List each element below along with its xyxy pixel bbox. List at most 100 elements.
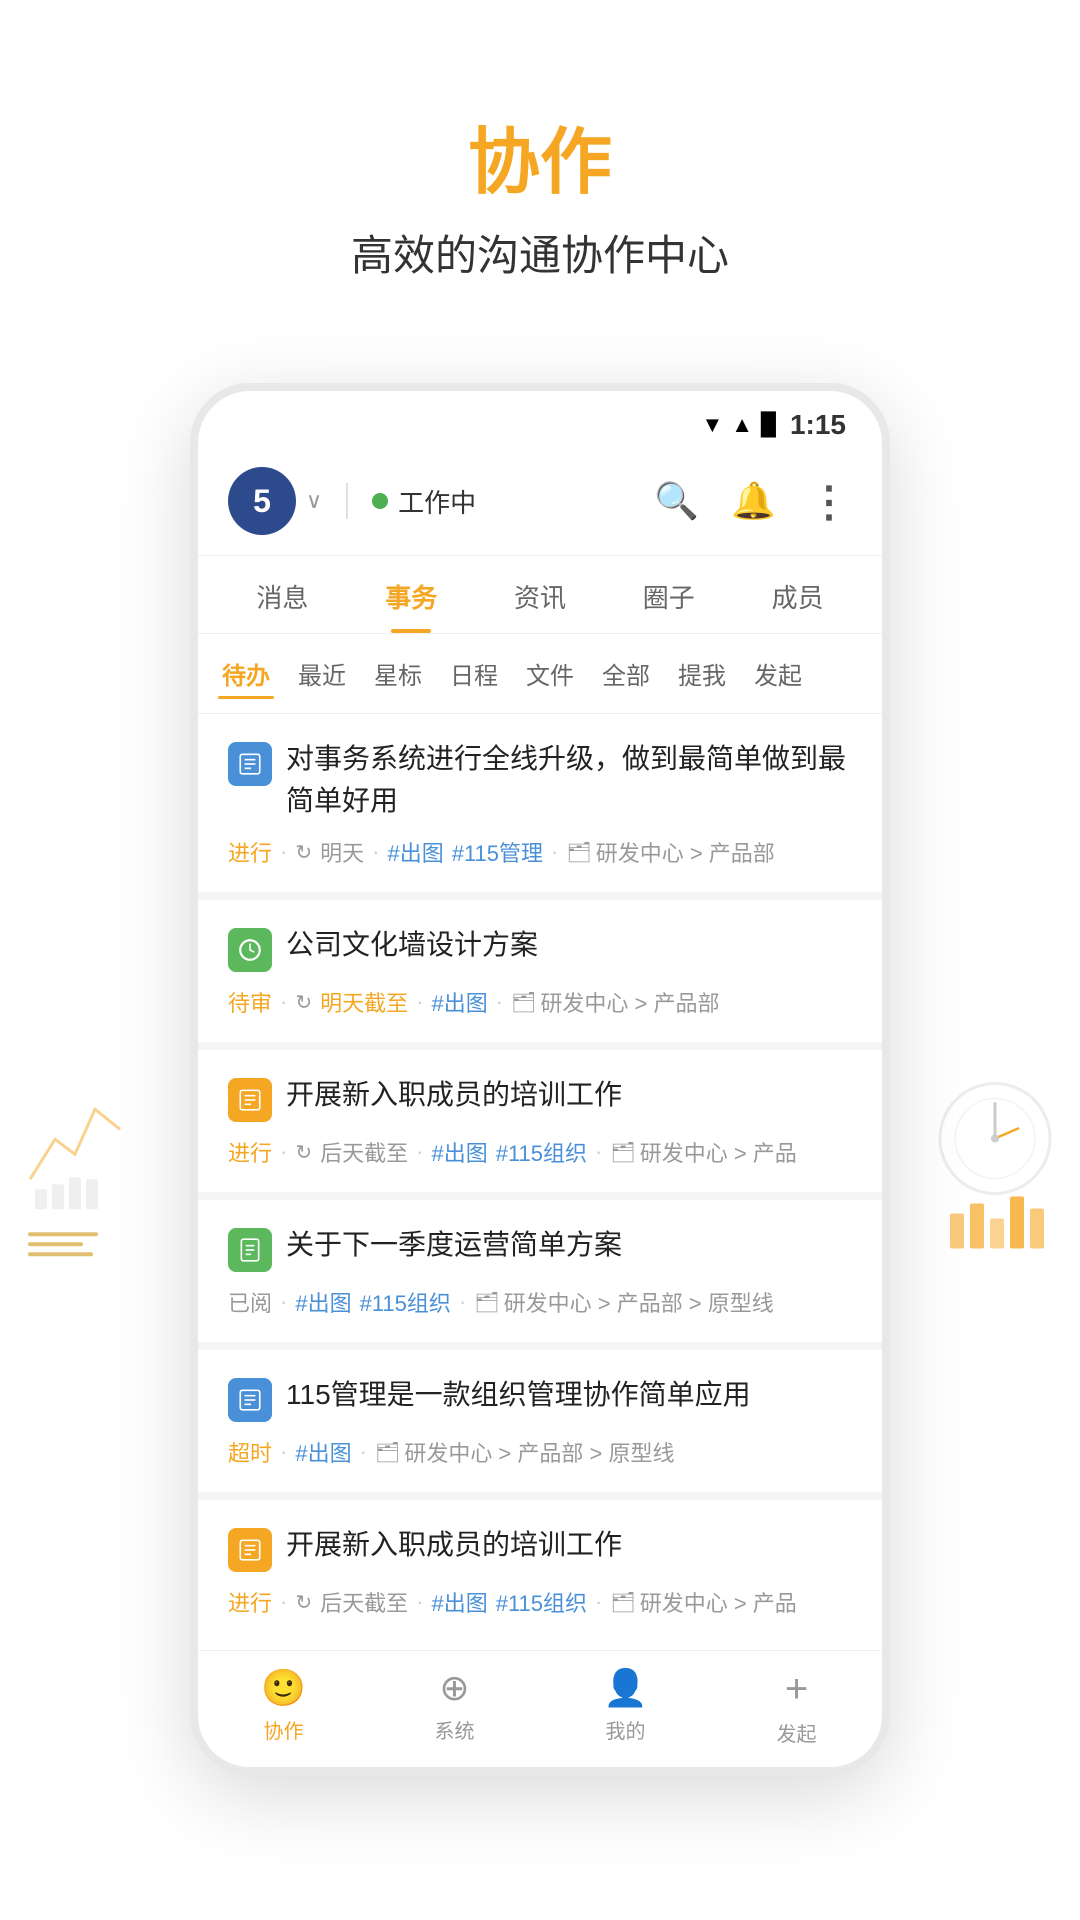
tab-messages[interactable]: 消息 — [218, 556, 347, 633]
status-time: 1:15 — [790, 409, 846, 441]
search-icon[interactable]: 🔍 — [654, 480, 699, 522]
task-meta-5: 超时 · #出图 · 🗂 研发中心 > 产品部 > 原型线 — [228, 1436, 852, 1468]
app-header: 5 ∨ 工作中 🔍 🔔 ⋮ — [198, 451, 882, 556]
task-title-1: 对事务系统进行全线升级，做到最简单做到最简单好用 — [286, 738, 852, 822]
task-date-6: 后天截至 — [320, 1586, 408, 1618]
task-path-1: 🗂 研发中心 > 产品部 — [566, 836, 774, 868]
table-row[interactable]: 开展新入职成员的培训工作 进行 · ↻ 后天截至 · #出图 #115组织 · … — [198, 1500, 882, 1642]
folder-icon-4: 🗂 — [474, 1290, 499, 1315]
task-icon-5 — [228, 1378, 272, 1422]
task-tag2-3: #115组织 — [496, 1136, 587, 1168]
task-icon-3 — [228, 1078, 272, 1122]
tab-news[interactable]: 资讯 — [476, 556, 605, 633]
task-tag1-6: #出图 — [431, 1586, 487, 1618]
mine-label: 我的 — [606, 1715, 646, 1744]
nav-tabs: 消息 事务 资讯 圈子 成员 — [198, 556, 882, 634]
status-bar: ▼ ▲ ▉ 1:15 — [198, 391, 882, 451]
table-row[interactable]: 对事务系统进行全线升级，做到最简单做到最简单好用 进行 · ↻ 明天 · #出图… — [198, 714, 882, 892]
tab-members[interactable]: 成员 — [733, 556, 862, 633]
task-date-icon-1: ↻ — [295, 840, 312, 865]
task-title-2: 公司文化墙设计方案 — [286, 924, 852, 966]
task-path-6: 🗂 研发中心 > 产品 — [610, 1586, 796, 1618]
task-title-4: 关于下一季度运营简单方案 — [286, 1224, 852, 1266]
folder-icon-6: 🗂 — [610, 1590, 635, 1615]
mine-icon: 👤 — [603, 1667, 648, 1709]
folder-icon-1: 🗂 — [566, 840, 591, 865]
filter-tabs: 待办 最近 星标 日程 文件 全部 提我 发起 — [198, 634, 882, 714]
signal-icon: ▲ — [731, 412, 753, 438]
task-icon-4 — [228, 1228, 272, 1272]
divider — [346, 483, 348, 519]
battery-icon: ▉ — [761, 412, 778, 438]
filter-all[interactable]: 全部 — [598, 650, 654, 697]
task-tag1-5: #出图 — [295, 1436, 351, 1468]
dropdown-arrow-icon[interactable]: ∨ — [306, 488, 322, 514]
folder-icon-2: 🗂 — [511, 990, 536, 1015]
task-title-6: 开展新入职成员的培训工作 — [286, 1524, 852, 1566]
task-path-4: 🗂 研发中心 > 产品部 > 原型线 — [474, 1286, 774, 1318]
table-row[interactable]: 关于下一季度运营简单方案 已阅 · #出图 #115组织 · 🗂 研发中心 > … — [198, 1200, 882, 1342]
bottom-nav-start[interactable]: + 发起 — [711, 1667, 882, 1747]
filter-files[interactable]: 文件 — [522, 650, 578, 697]
task-icon-6 — [228, 1528, 272, 1572]
more-icon[interactable]: ⋮ — [808, 477, 852, 526]
task-status-4: 已阅 — [228, 1286, 272, 1318]
wifi-icon: ▼ — [701, 412, 723, 438]
task-list: 对事务系统进行全线升级，做到最简单做到最简单好用 进行 · ↻ 明天 · #出图… — [198, 714, 882, 1642]
table-row[interactable]: 115管理是一款组织管理协作简单应用 超时 · #出图 · 🗂 研发中心 > 产… — [198, 1350, 882, 1492]
tab-circles[interactable]: 圈子 — [604, 556, 733, 633]
page-subtitle: 高效的沟通协作中心 — [0, 222, 1080, 283]
filter-recent[interactable]: 最近 — [294, 650, 350, 697]
task-meta-6: 进行 · ↻ 后天截至 · #出图 #115组织 · 🗂 研发中心 > 产品 — [228, 1586, 852, 1618]
bottom-nav-mine[interactable]: 👤 我的 — [540, 1667, 711, 1747]
bottom-nav-system[interactable]: ⊕ 系统 — [369, 1667, 540, 1747]
bottom-nav-collab[interactable]: 🙂 协作 — [198, 1667, 369, 1747]
task-meta-4: 已阅 · #出图 #115组织 · 🗂 研发中心 > 产品部 > 原型线 — [228, 1286, 852, 1318]
tab-tasks[interactable]: 事务 — [347, 556, 476, 633]
task-tag1-4: #出图 — [295, 1286, 351, 1318]
start-icon: + — [785, 1667, 808, 1712]
folder-icon-3: 🗂 — [610, 1140, 635, 1165]
task-path-2: 🗂 研发中心 > 产品部 — [511, 986, 719, 1018]
filter-schedule[interactable]: 日程 — [446, 650, 502, 697]
task-icon-2 — [228, 928, 272, 972]
status-icons: ▼ ▲ ▉ — [701, 412, 777, 438]
filter-mentioned[interactable]: 提我 — [674, 650, 730, 697]
task-status-2: 待审 — [228, 986, 272, 1018]
bell-icon[interactable]: 🔔 — [731, 480, 776, 522]
task-date-icon-2: ↻ — [295, 990, 312, 1015]
filter-todo[interactable]: 待办 — [218, 650, 274, 697]
right-decoration — [930, 1059, 1060, 1264]
task-tag2-4: #115组织 — [360, 1286, 451, 1318]
task-status-5: 超时 — [228, 1436, 272, 1468]
task-tag2-6: #115组织 — [496, 1586, 587, 1618]
table-row[interactable]: 公司文化墙设计方案 待审 · ↻ 明天截至 · #出图 · 🗂 研发中心 > 产… — [198, 900, 882, 1042]
task-date-icon-6: ↻ — [295, 1590, 312, 1615]
task-status-3: 进行 — [228, 1136, 272, 1168]
online-text: 工作中 — [398, 483, 476, 520]
filter-starred[interactable]: 星标 — [370, 650, 426, 697]
filter-started[interactable]: 发起 — [750, 650, 806, 697]
folder-icon-5: 🗂 — [375, 1440, 400, 1465]
task-title-3: 开展新入职成员的培训工作 — [286, 1074, 852, 1116]
task-date-3: 后天截至 — [320, 1136, 408, 1168]
task-path-5: 🗂 研发中心 > 产品部 > 原型线 — [375, 1436, 675, 1468]
online-dot-icon — [372, 493, 388, 509]
task-meta-2: 待审 · ↻ 明天截至 · #出图 · 🗂 研发中心 > 产品部 — [228, 986, 852, 1018]
task-tag1-2: #出图 — [431, 986, 487, 1018]
collab-label: 协作 — [264, 1715, 304, 1744]
table-row[interactable]: 开展新入职成员的培训工作 进行 · ↻ 后天截至 · #出图 #115组织 · … — [198, 1050, 882, 1192]
task-date-1: 明天 — [320, 836, 364, 868]
bottom-nav: 🙂 协作 ⊕ 系统 👤 我的 + 发起 — [198, 1650, 882, 1767]
task-icon-1 — [228, 742, 272, 786]
task-tag2-1: #115管理 — [452, 836, 543, 868]
avatar[interactable]: 5 — [228, 467, 296, 535]
header-actions: 🔍 🔔 ⋮ — [654, 477, 852, 526]
phone-wrapper: ▼ ▲ ▉ 1:15 5 ∨ 工作中 🔍 🔔 ⋮ — [0, 383, 1080, 1775]
task-path-3: 🗂 研发中心 > 产品 — [610, 1136, 796, 1168]
collab-icon: 🙂 — [261, 1667, 306, 1709]
task-meta-1: 进行 · ↻ 明天 · #出图 #115管理 · 🗂 研发中心 > 产品部 — [228, 836, 852, 868]
task-meta-3: 进行 · ↻ 后天截至 · #出图 #115组织 · 🗂 研发中心 > 产品 — [228, 1136, 852, 1168]
task-date-icon-3: ↻ — [295, 1140, 312, 1165]
start-label: 发起 — [777, 1718, 817, 1747]
